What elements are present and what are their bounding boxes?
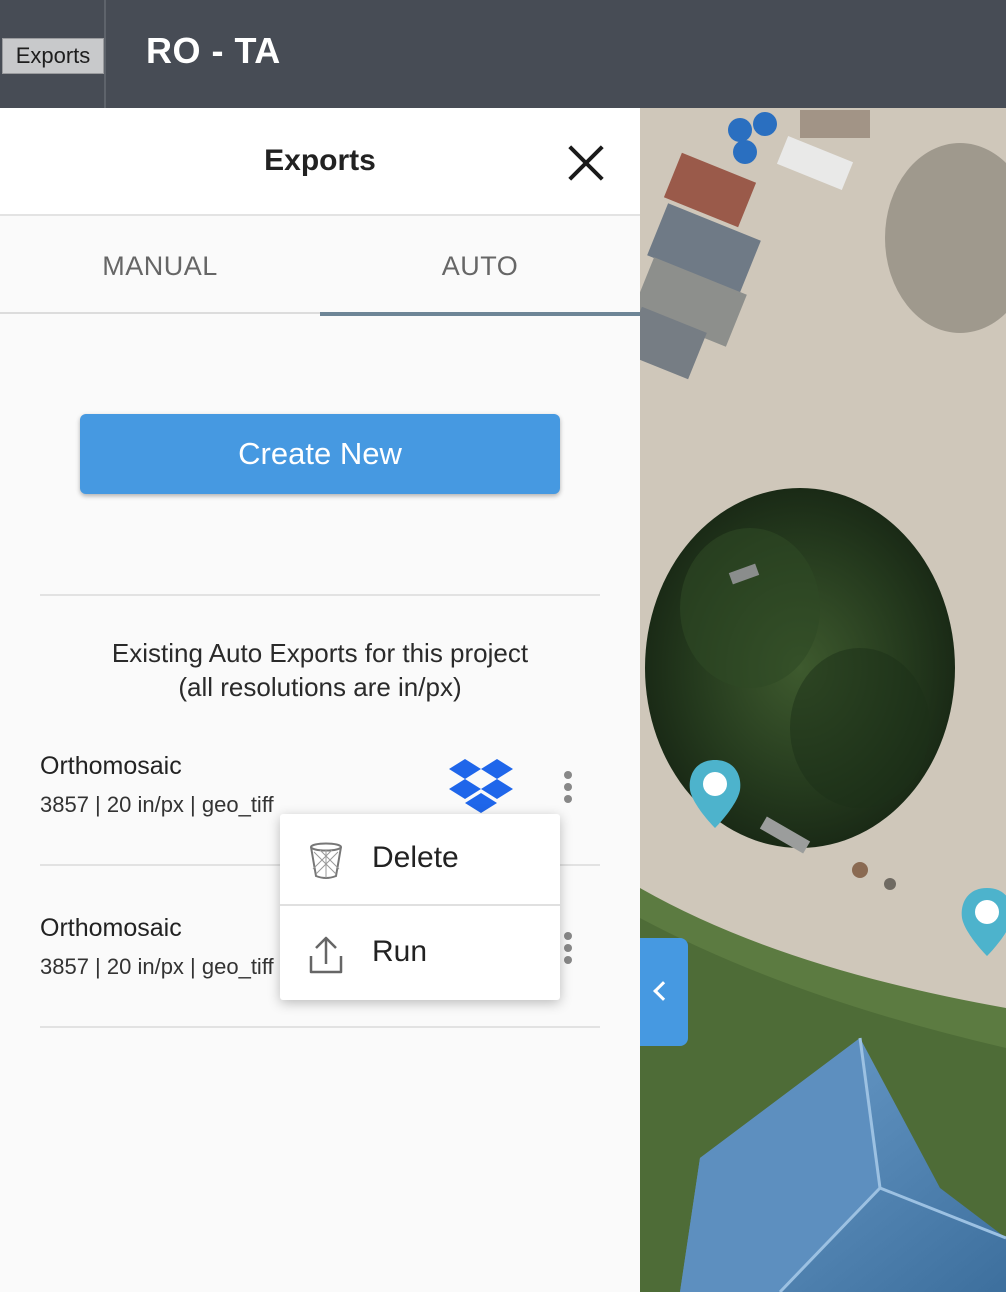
dropbox-icon bbox=[449, 759, 513, 813]
aerial-imagery bbox=[640, 108, 1006, 1292]
panel-header: Exports bbox=[0, 108, 640, 216]
aerial-map[interactable] bbox=[640, 108, 1006, 1292]
info-line-2: (all resolutions are in/px) bbox=[178, 672, 462, 702]
menu-item-run[interactable]: Run bbox=[280, 908, 560, 1000]
menu-item-label: Run bbox=[372, 935, 428, 968]
create-new-button[interactable]: Create New bbox=[80, 414, 560, 494]
tab-manual[interactable]: MANUAL bbox=[0, 218, 320, 314]
close-icon[interactable] bbox=[566, 143, 606, 183]
project-title: RO - TA bbox=[146, 30, 281, 71]
tab-auto[interactable]: AUTO bbox=[320, 218, 640, 316]
chevron-left-icon bbox=[653, 981, 673, 1001]
info-line-1: Existing Auto Exports for this project bbox=[111, 638, 529, 668]
menu-item-label: Delete bbox=[372, 841, 459, 874]
tab-bar: MANUAL AUTO bbox=[0, 218, 640, 316]
more-options-icon[interactable] bbox=[558, 930, 578, 970]
panel-title: Exports bbox=[264, 144, 376, 177]
top-bar: Exports RO - TA bbox=[0, 0, 1006, 108]
exports-tag-button[interactable]: Exports bbox=[2, 38, 104, 74]
export-details: 3857 | 20 in/px | geo_tiff bbox=[40, 792, 274, 817]
exports-panel: Exports MANUAL AUTO Create New Existing … bbox=[0, 108, 640, 1292]
topbar-divider bbox=[104, 0, 106, 108]
menu-item-delete[interactable]: Delete bbox=[280, 814, 560, 906]
export-context-menu: Delete Run bbox=[280, 814, 560, 1000]
divider bbox=[40, 1026, 600, 1028]
export-details: 3857 | 20 in/px | geo_tiff bbox=[40, 954, 274, 979]
trash-icon bbox=[310, 842, 342, 879]
divider bbox=[40, 594, 600, 596]
auto-exports-info: Existing Auto Exports for this project (… bbox=[40, 636, 600, 704]
export-title: Orthomosaic bbox=[40, 752, 182, 780]
collapse-panel-button[interactable] bbox=[640, 938, 688, 1046]
export-title: Orthomosaic bbox=[40, 914, 182, 942]
more-options-icon[interactable] bbox=[558, 769, 578, 809]
upload-icon bbox=[309, 936, 343, 974]
